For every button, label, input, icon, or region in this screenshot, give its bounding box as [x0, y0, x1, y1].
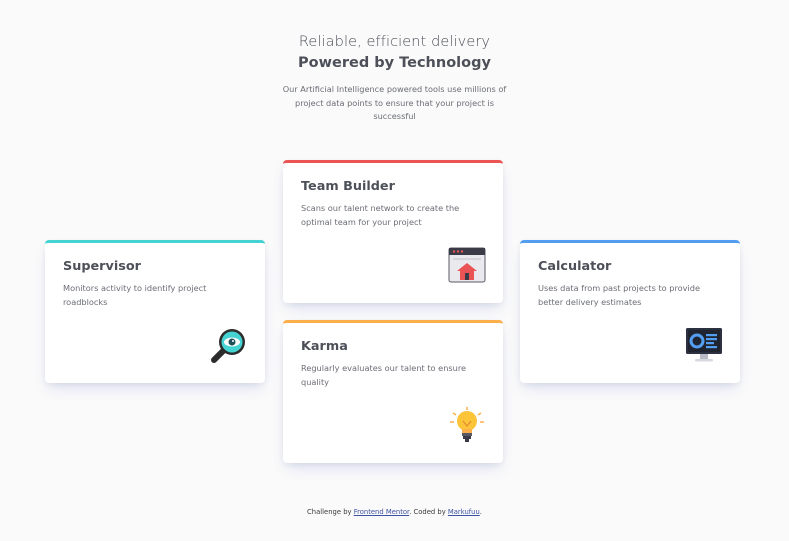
card-team-builder: Team Builder Scans our talent network to…	[283, 160, 503, 303]
page-description: Our Artificial Intelligence powered tool…	[282, 84, 507, 121]
lightbulb-icon	[448, 406, 486, 444]
page: Reliable, efficient delivery Powered by …	[0, 0, 789, 541]
card-title: Supervisor	[63, 259, 141, 274]
card-title: Team Builder	[301, 179, 395, 194]
browser-house-icon	[448, 246, 486, 284]
card-title: Karma	[301, 339, 348, 354]
page-title: Powered by Technology	[298, 55, 491, 71]
monitor-dashboard-icon	[685, 326, 723, 364]
footer-prefix: Challenge by	[307, 508, 354, 516]
footer-suffix: .	[479, 508, 482, 516]
card-supervisor: Supervisor Monitors activity to identify…	[45, 240, 265, 383]
footer-middle: . Coded by	[409, 508, 448, 516]
card-text: Uses data from past projects to provide …	[538, 283, 701, 307]
card-text: Scans our talent network to create the o…	[301, 203, 460, 227]
page-subtitle: Reliable, efficient delivery	[298, 34, 491, 50]
card-karma: Karma Regularly evaluates our talent to …	[283, 320, 503, 463]
frontend-mentor-link[interactable]: Frontend Mentor	[354, 508, 410, 516]
author-link[interactable]: Markufuu	[448, 508, 480, 516]
attribution-footer: Challenge by Frontend Mentor. Coded by M…	[0, 508, 789, 516]
card-title: Calculator	[538, 259, 612, 274]
header: Reliable, efficient delivery Powered by …	[0, 34, 789, 124]
magnifier-eye-icon	[210, 326, 248, 364]
card-text: Monitors activity to identify project ro…	[63, 283, 207, 307]
card-text: Regularly evaluates our talent to ensure…	[301, 363, 467, 387]
card-calculator: Calculator Uses data from past projects …	[520, 240, 740, 383]
